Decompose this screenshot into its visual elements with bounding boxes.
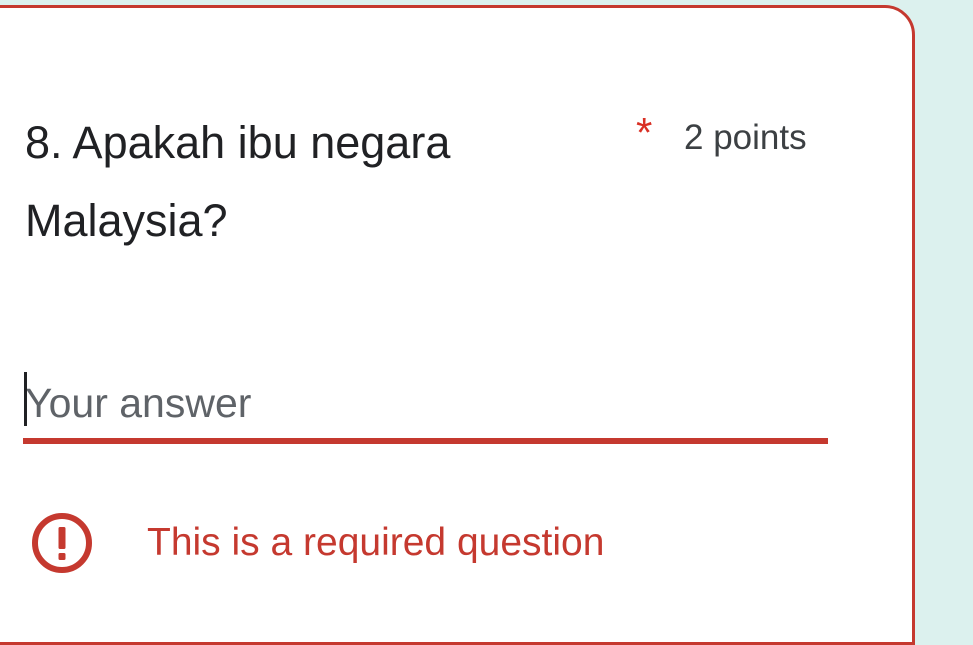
required-asterisk: * [636, 109, 653, 156]
validation-message: This is a required question [147, 521, 605, 564]
question-card: 8. Apakah ibu negara Malaysia? * 2 point… [0, 5, 915, 645]
error-exclamation-icon [32, 513, 92, 573]
answer-underline-error [23, 438, 828, 444]
validation-error: This is a required question [31, 510, 604, 576]
answer-field[interactable] [23, 368, 828, 446]
answer-input[interactable] [23, 368, 828, 438]
text-cursor [24, 372, 27, 426]
question-title: 8. Apakah ibu negara Malaysia? [25, 117, 451, 246]
points-label: 2 points [684, 118, 807, 157]
